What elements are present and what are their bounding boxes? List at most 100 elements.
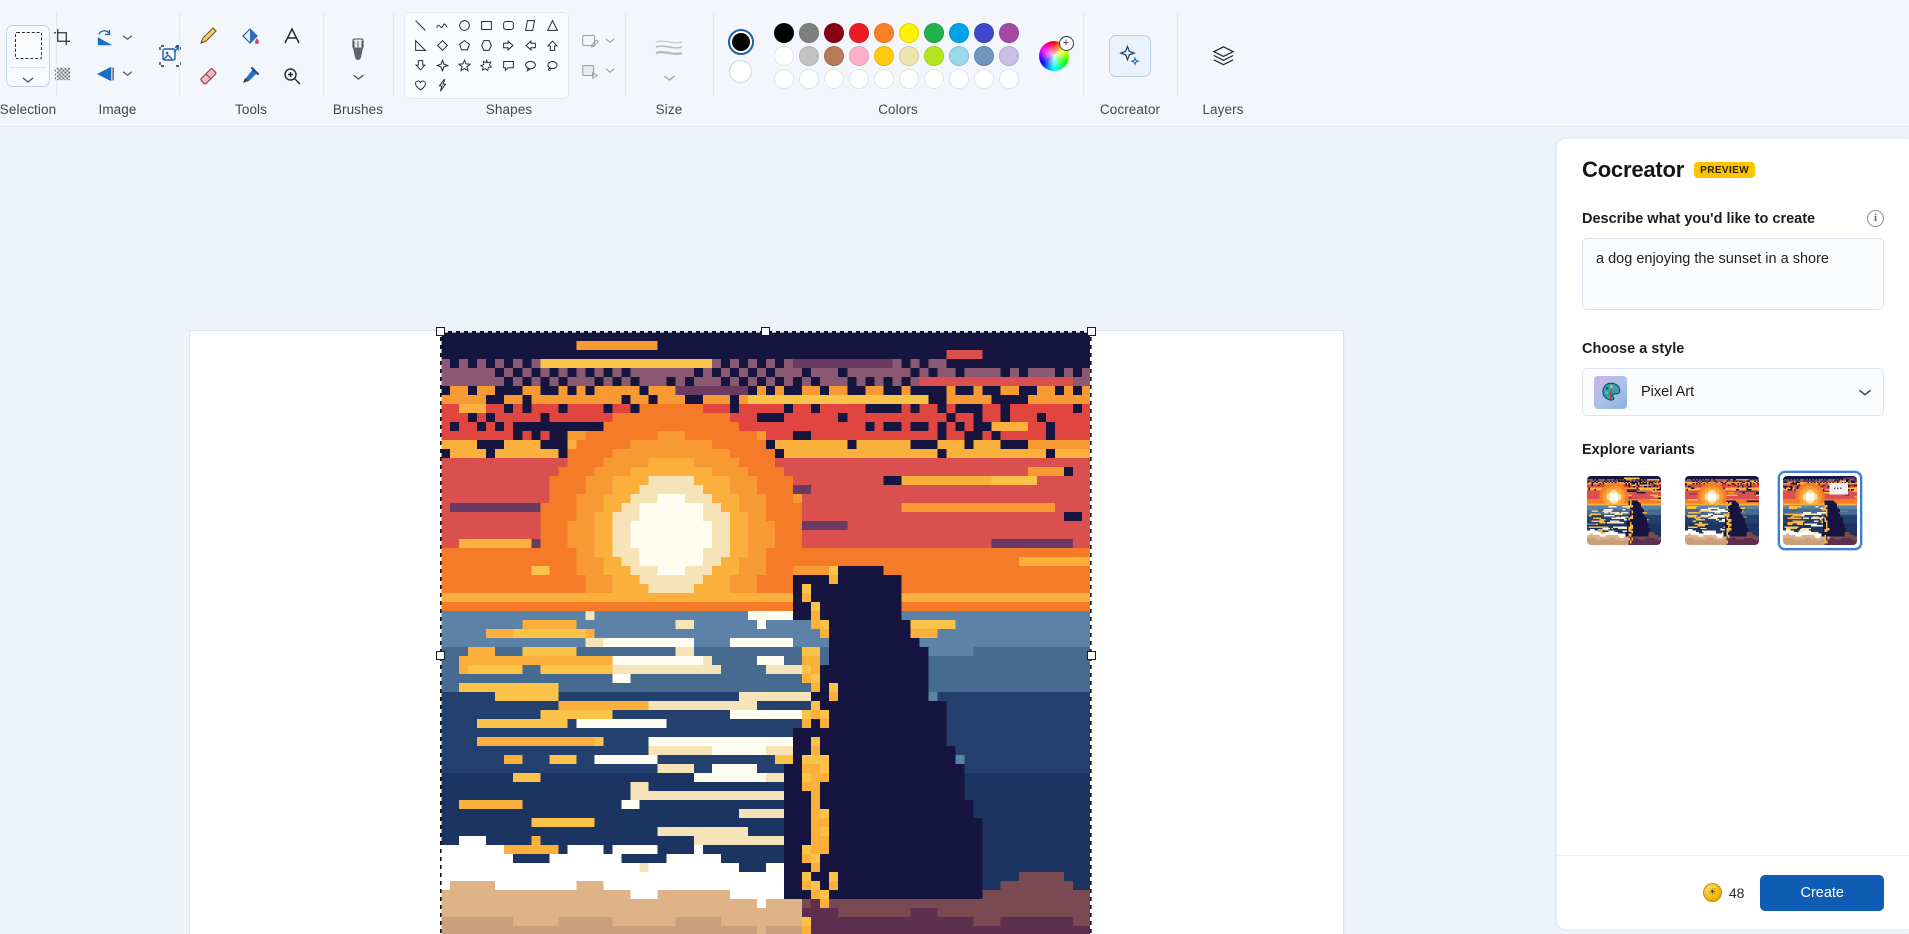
chevron-down-icon[interactable] [1858,388,1872,397]
color-swatch-1-0[interactable] [773,45,794,66]
color-swatch-1-6[interactable] [923,45,944,66]
flip-button[interactable] [88,57,122,91]
pixel-art-image[interactable] [441,332,1091,934]
shape-triangle[interactable] [542,16,563,35]
shape-heart[interactable] [410,76,431,95]
chevron-down-icon[interactable] [352,73,365,81]
fill-tool[interactable] [231,17,269,55]
shape-rounded-callout[interactable] [498,56,519,75]
color-swatch-2-1[interactable] [798,68,819,89]
chevron-down-icon[interactable] [122,34,133,41]
color-swatch-0-3[interactable] [848,22,869,43]
color-wheel-button[interactable]: + [1038,35,1074,71]
color-swatch-2-0[interactable] [773,68,794,89]
secondary-color-swatch[interactable] [729,59,752,83]
color-swatch-1-1[interactable] [798,45,819,66]
color-swatch-2-2[interactable] [823,68,844,89]
shape-rectangle[interactable] [476,16,497,35]
floating-selection[interactable] [436,327,1096,934]
shape-left-arrow[interactable] [520,36,541,55]
layers-button[interactable] [1202,35,1244,77]
color-swatch-0-6[interactable] [923,22,944,43]
chevron-down-icon[interactable] [604,67,615,74]
create-button[interactable]: Create [1760,874,1884,911]
eraser-tool[interactable] [189,57,227,95]
shape-line[interactable] [410,16,431,35]
info-icon[interactable]: i [1867,210,1884,227]
shape-lightning[interactable] [432,76,453,95]
color-swatch-0-7[interactable] [948,22,969,43]
color-swatch-1-3[interactable] [848,45,869,66]
color-swatch-2-6[interactable] [923,68,944,89]
variant-3[interactable] [1778,471,1862,550]
shape-cloud-callout[interactable] [542,56,563,75]
color-picker-tool[interactable] [231,57,269,95]
chevron-down-icon[interactable] [604,37,615,44]
color-swatch-0-1[interactable] [798,22,819,43]
shape-oval[interactable] [454,16,475,35]
color-swatch-2-7[interactable] [948,68,969,89]
brush-size-button[interactable] [650,30,688,68]
brushes-button[interactable] [339,31,377,69]
canvas-workspace[interactable] [0,127,1557,934]
add-color-icon[interactable]: + [1058,35,1074,51]
selection-handle-e[interactable] [1087,651,1096,660]
ribbon-group-brushes: Brushes [323,0,393,126]
crop-button[interactable] [46,21,80,55]
shape-rounded-rectangle[interactable] [498,16,519,35]
selection-handle-ne[interactable] [1087,327,1096,336]
color-swatch-2-5[interactable] [898,68,919,89]
color-swatch-0-5[interactable] [898,22,919,43]
selection-tool[interactable] [6,24,50,87]
shape-up-arrow[interactable] [542,36,563,55]
shape-diamond[interactable] [432,36,453,55]
chevron-down-icon[interactable] [22,76,34,84]
selection-handle-nw[interactable] [436,327,445,336]
shape-five-point-star[interactable] [454,56,475,75]
color-swatch-0-2[interactable] [823,22,844,43]
shape-pentagon[interactable] [454,36,475,55]
primary-color-swatch[interactable] [727,28,754,55]
color-swatch-2-8[interactable] [973,68,994,89]
color-swatch-2-4[interactable] [873,68,894,89]
shape-four-point-star[interactable] [432,56,453,75]
prompt-input[interactable] [1582,238,1884,310]
shape-outline-button[interactable] [577,29,603,53]
shape-oval-callout[interactable] [520,56,541,75]
shape-right-arrow[interactable] [498,36,519,55]
color-swatch-0-0[interactable] [773,22,794,43]
variant-1-thumbnail [1587,476,1661,545]
color-swatch-1-4[interactable] [873,45,894,66]
chevron-down-icon[interactable] [663,74,676,82]
shape-right-triangle[interactable] [410,36,431,55]
text-tool[interactable] [273,17,311,55]
color-swatch-1-7[interactable] [948,45,969,66]
shape-fill-button[interactable] [577,59,603,83]
pencil-tool[interactable] [189,17,227,55]
color-swatch-2-9[interactable] [998,68,1019,89]
selection-handle-w[interactable] [436,651,445,660]
color-swatch-0-4[interactable] [873,22,894,43]
color-swatch-0-8[interactable] [973,22,994,43]
color-swatch-1-2[interactable] [823,45,844,66]
color-swatch-1-8[interactable] [973,45,994,66]
color-swatch-1-5[interactable] [898,45,919,66]
chevron-down-icon[interactable] [122,70,133,77]
shape-polygon[interactable] [520,16,541,35]
cocreator-button[interactable] [1109,34,1151,77]
style-dropdown[interactable]: Pixel Art [1582,368,1884,416]
remove-background-button[interactable] [46,57,80,91]
shape-six-point-star[interactable] [476,56,497,75]
shape-hexagon[interactable] [476,36,497,55]
magnifier-tool[interactable] [273,57,311,95]
rotate-button[interactable] [88,21,122,55]
shape-down-arrow[interactable] [410,56,431,75]
color-swatch-0-9[interactable] [998,22,1019,43]
color-swatch-1-9[interactable] [998,45,1019,66]
pixel-art-canvas[interactable] [441,332,1091,934]
selection-handle-n[interactable] [761,327,770,336]
shape-curve[interactable] [432,16,453,35]
variant-1[interactable] [1582,471,1666,550]
color-swatch-2-3[interactable] [848,68,869,89]
variant-2[interactable] [1680,471,1764,550]
